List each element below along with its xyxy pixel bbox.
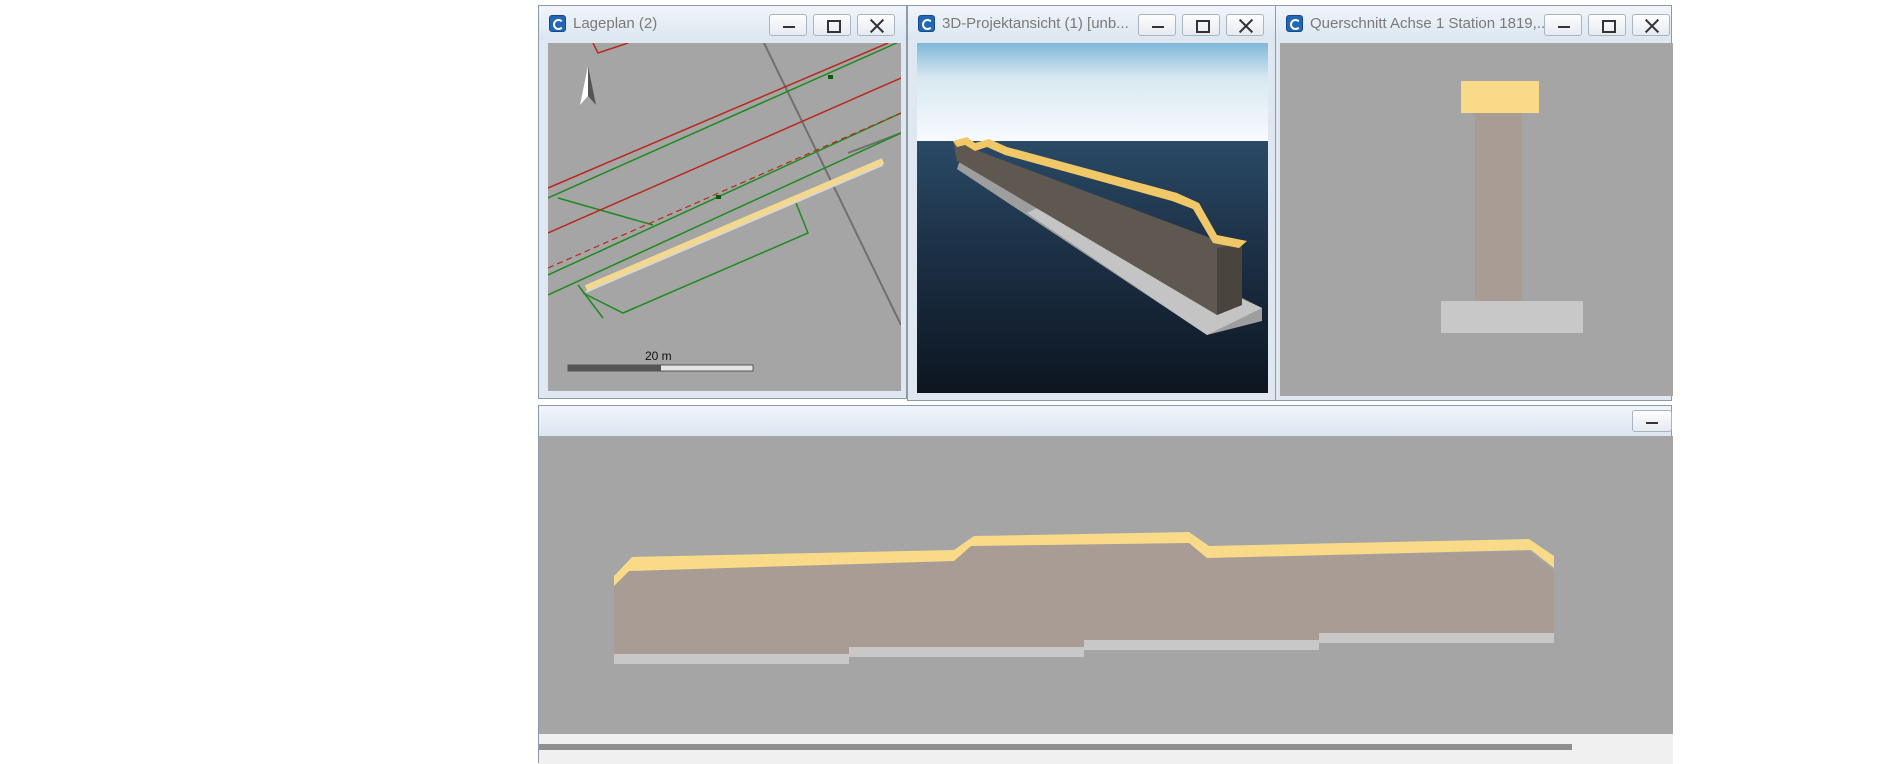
3d-view-titlebar[interactable]: 3D-Projektansicht (1) [unb... (908, 6, 1275, 40)
horizontal-scrollbar[interactable] (539, 734, 1673, 764)
foundation-step (614, 654, 849, 664)
3d-scene (917, 43, 1268, 393)
elevation-panel (538, 405, 1673, 764)
app-logo-icon (549, 15, 566, 32)
app-logo-icon (1286, 15, 1303, 32)
lageplan-titlebar[interactable]: Lageplan (2) (539, 6, 906, 40)
minimize-button[interactable] (1544, 14, 1582, 36)
close-button[interactable] (857, 14, 895, 36)
axis-line (548, 43, 889, 189)
elevation-drawing (614, 532, 1554, 664)
lageplan-window: Lageplan (2) 20 m (538, 5, 907, 399)
3d-view-window: 3D-Projektansicht (1) [unb... (907, 5, 1276, 401)
maximize-button[interactable] (813, 14, 851, 36)
minimize-button[interactable] (769, 14, 807, 36)
lageplan-view[interactable]: 20 m (548, 43, 901, 391)
3d-view-canvas[interactable] (917, 43, 1268, 393)
scale-bar (567, 364, 754, 372)
cross-section-window: Querschnitt Achse 1 Station 1819,... (1275, 5, 1673, 401)
cross-section-drawing (1441, 81, 1583, 333)
wall-cap (1461, 81, 1539, 113)
maximize-button[interactable] (1588, 14, 1626, 36)
minimize-button[interactable] (1632, 410, 1672, 432)
close-button[interactable] (1226, 14, 1264, 36)
maximize-button[interactable] (1182, 14, 1220, 36)
lageplan-title: Lageplan (2) (573, 15, 658, 32)
close-button[interactable] (1632, 14, 1670, 36)
cross-section-titlebar[interactable]: Querschnitt Achse 1 Station 1819,... (1276, 6, 1671, 40)
north-arrow-icon (580, 66, 596, 105)
scrollbar-thumb[interactable] (539, 744, 1572, 750)
3d-view-title: 3D-Projektansicht (1) [unb... (942, 15, 1129, 32)
wall-stem (1475, 109, 1522, 301)
minimize-button[interactable] (1138, 14, 1176, 36)
app-logo-icon (918, 15, 935, 32)
lageplan-drawing (548, 43, 901, 372)
wall-plan (584, 158, 885, 291)
cross-section-title: Querschnitt Achse 1 Station 1819,... (1310, 15, 1545, 32)
elevation-titlebar[interactable] (539, 406, 1672, 436)
elevation-view[interactable] (539, 436, 1673, 734)
scale-label: 20 m (645, 349, 672, 363)
wall-footing (1441, 301, 1583, 333)
cross-section-view[interactable] (1280, 43, 1673, 396)
